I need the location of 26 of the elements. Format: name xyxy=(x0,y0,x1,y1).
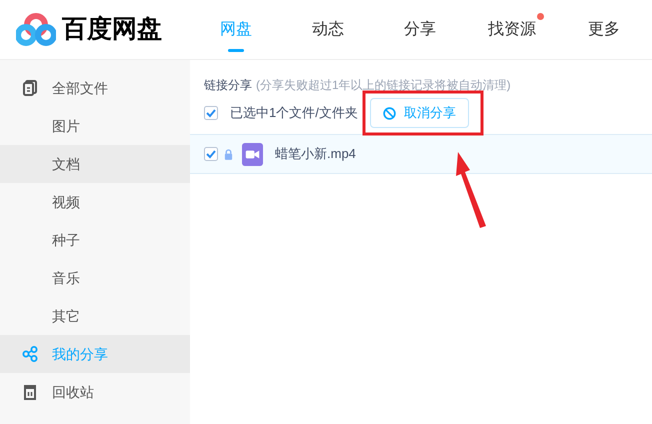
file-row[interactable]: 蜡笔小新.mp4 xyxy=(190,134,652,174)
sidebar-item[interactable]: 音乐 xyxy=(0,259,190,297)
sidebar-item[interactable]: 视频 xyxy=(0,183,190,221)
select-all-checkbox[interactable] xyxy=(204,106,218,120)
sidebar-item[interactable]: 种子 xyxy=(0,221,190,259)
nav-tab[interactable]: 分享 xyxy=(374,0,466,60)
sidebar-item[interactable]: 其它 xyxy=(0,297,190,335)
sidebar-item[interactable]: 文档 xyxy=(0,145,190,183)
sidebar-item[interactable]: 全部文件 xyxy=(0,69,190,107)
cleanup-note: (分享失败超过1年以上的链接记录将被自动清理) xyxy=(256,77,511,94)
cloud-logo-icon xyxy=(16,12,56,46)
section-title: 链接分享 xyxy=(204,77,252,94)
nav-tab[interactable]: 动态 xyxy=(282,0,374,60)
nav-tab[interactable]: 找资源 xyxy=(466,0,558,60)
share-icon xyxy=(22,346,38,362)
prohibited-icon xyxy=(382,106,396,120)
file-name: 蜡笔小新.mp4 xyxy=(275,145,356,164)
sidebar-item[interactable]: 图片 xyxy=(0,107,190,145)
logo-text: 百度网盘 xyxy=(62,14,162,45)
documents-icon xyxy=(23,80,37,96)
sidebar-item[interactable]: 回收站 xyxy=(0,373,190,411)
video-file-icon xyxy=(242,142,263,166)
selection-count: 已选中1个文件/文件夹 xyxy=(230,104,358,122)
file-checkbox[interactable] xyxy=(204,147,218,161)
trash-icon xyxy=(23,384,37,400)
nav-tab[interactable]: 更多 xyxy=(558,0,650,60)
